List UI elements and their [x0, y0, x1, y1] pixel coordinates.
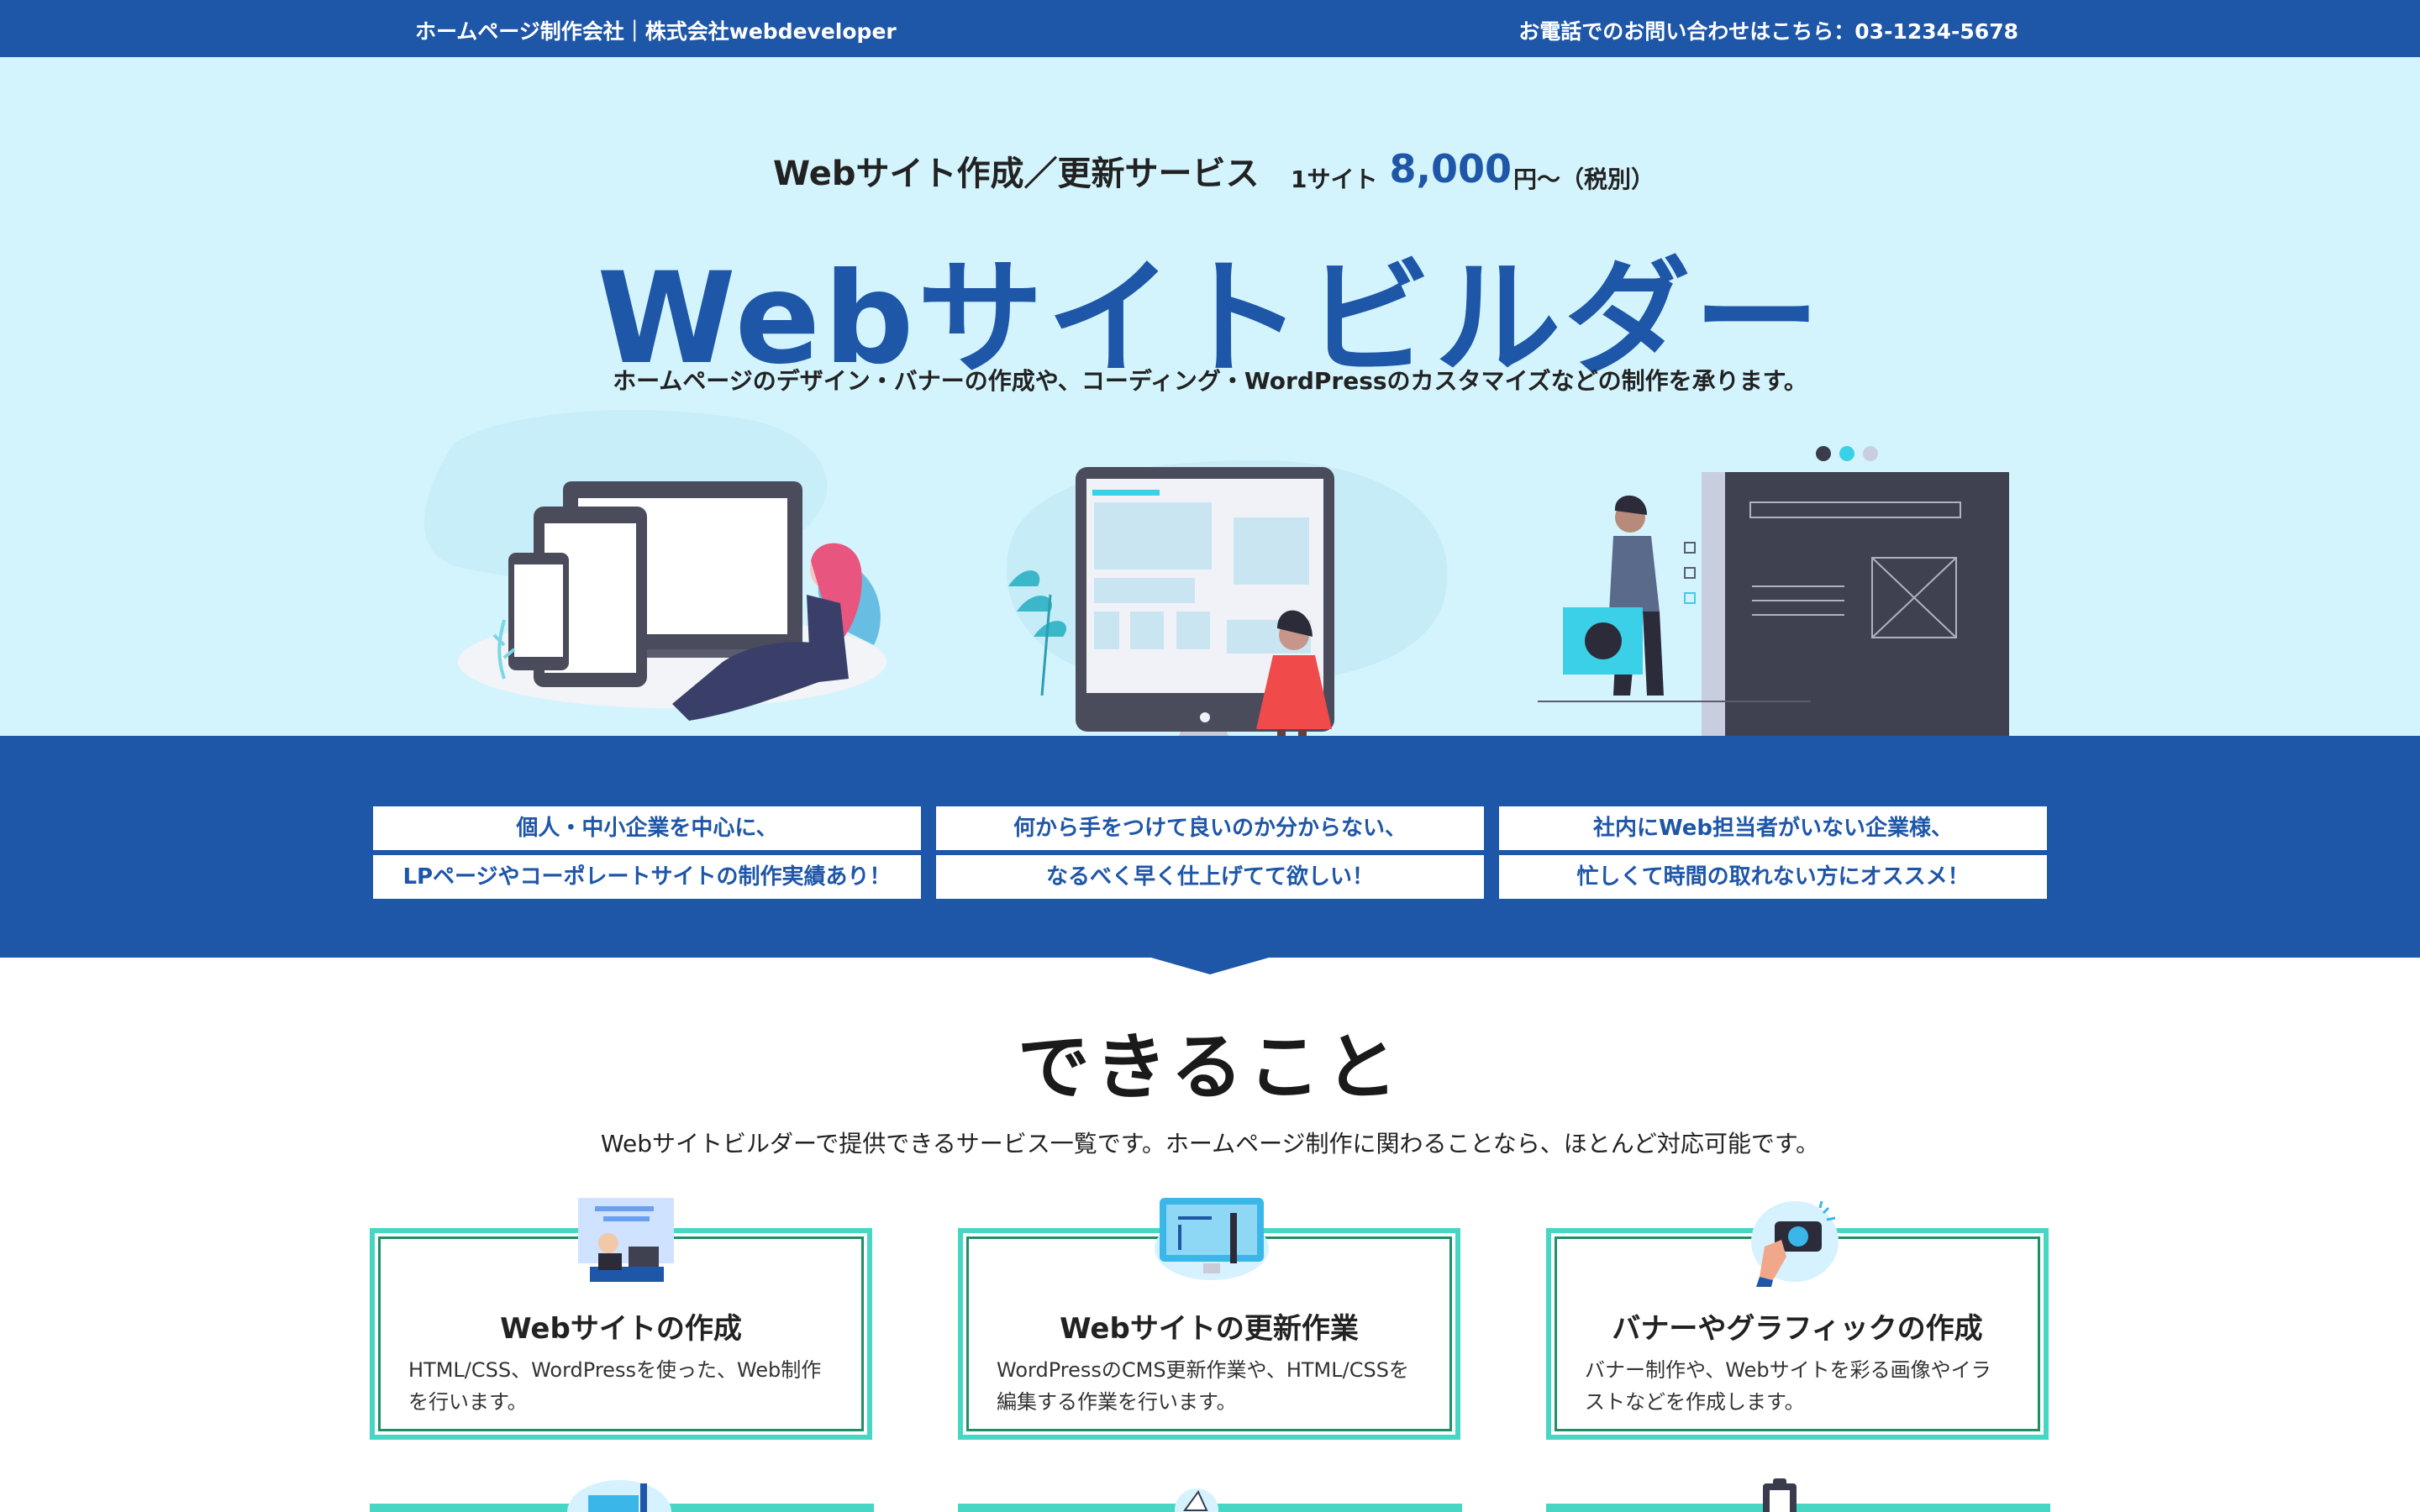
card-description: HTML/CSS、WordPressを使った、Web制作を行います。	[408, 1358, 822, 1414]
feature-box: 個人・中小企業を中心に、 LPページやコーポレートサイトの制作実績あり！	[373, 806, 921, 904]
card-title: Webサイトの作成	[500, 1312, 742, 1346]
band-arrow-decoration	[1151, 958, 1269, 974]
hero-subtitle: ホームページのデザイン・バナーの作成や、コーディング・WordPressのカスタ…	[613, 367, 1807, 395]
feature-box: 何から手をつけて良いのか分からない、 なるべく早く仕上げてて欲しい！	[936, 806, 1484, 904]
price-amount: 8,000	[1389, 146, 1512, 192]
company-name[interactable]: ホームページ制作会社｜株式会社webdeveloper	[415, 15, 897, 45]
price-suffix: 円〜（税別）	[1513, 165, 1655, 193]
board-illustration	[1538, 446, 2009, 736]
price-prefix: 1サイト	[1291, 165, 1378, 193]
section-description: Webサイトビルダーで提供できるサービス一覧です。ホームページ制作に関わることな…	[600, 1130, 1820, 1158]
site-update-icon	[1155, 1198, 1269, 1280]
top-bar: ホームページ制作会社｜株式会社webdeveloper お電話でのお問い合わせは…	[0, 0, 2420, 57]
megaphone-icon	[1175, 1488, 1218, 1512]
features-band: 個人・中小企業を中心に、 LPページやコーポレートサイトの制作実績あり！ 何から…	[0, 736, 2420, 958]
card-description: WordPressのCMS更新作業や、HTML/CSSを編集する作業を行います。	[997, 1358, 1409, 1414]
service-name: Webサイト作成／更新サービス	[773, 155, 1260, 193]
price-line: 1サイト 8,000円〜（税別）	[1291, 146, 1655, 193]
seo-icon	[567, 1480, 671, 1512]
feature-line-2: LPページやコーポレートサイトの制作実績あり！	[373, 855, 921, 899]
devices-illustration	[424, 410, 886, 721]
section-title: できること	[1017, 1026, 1403, 1110]
feature-line-1: 個人・中小企業を中心に、	[373, 806, 921, 850]
card-title: Webサイトの更新作業	[1060, 1312, 1359, 1346]
camera-icon	[1751, 1200, 1839, 1287]
card-title: バナーやグラフィックの作成	[1612, 1312, 1983, 1346]
web-creation-icon	[578, 1198, 674, 1282]
hero-section: Webサイト作成／更新サービス 1サイト 8,000円〜（税別） Webサイトビル…	[0, 57, 2420, 736]
card-description: バナー制作や、Webサイトを彩る画像やイラストなどを作成します。	[1585, 1358, 1991, 1414]
feature-line-1: 何から手をつけて良いのか分からない、	[936, 806, 1484, 850]
monitor-illustration	[1006, 460, 1448, 736]
clipboard-icon	[1763, 1478, 1797, 1512]
feature-line-2: 忙しくて時間の取れない方にオススメ！	[1499, 855, 2047, 899]
feature-line-1: 社内にWeb担当者がいない企業様、	[1499, 806, 2047, 850]
feature-line-2: なるべく早く仕上げてて欲しい！	[936, 855, 1484, 899]
feature-box: 社内にWeb担当者がいない企業様、 忙しくて時間の取れない方にオススメ！	[1499, 806, 2047, 904]
phone-contact[interactable]: お電話でのお問い合わせはこちら：03-1234-5678	[1518, 15, 2018, 45]
